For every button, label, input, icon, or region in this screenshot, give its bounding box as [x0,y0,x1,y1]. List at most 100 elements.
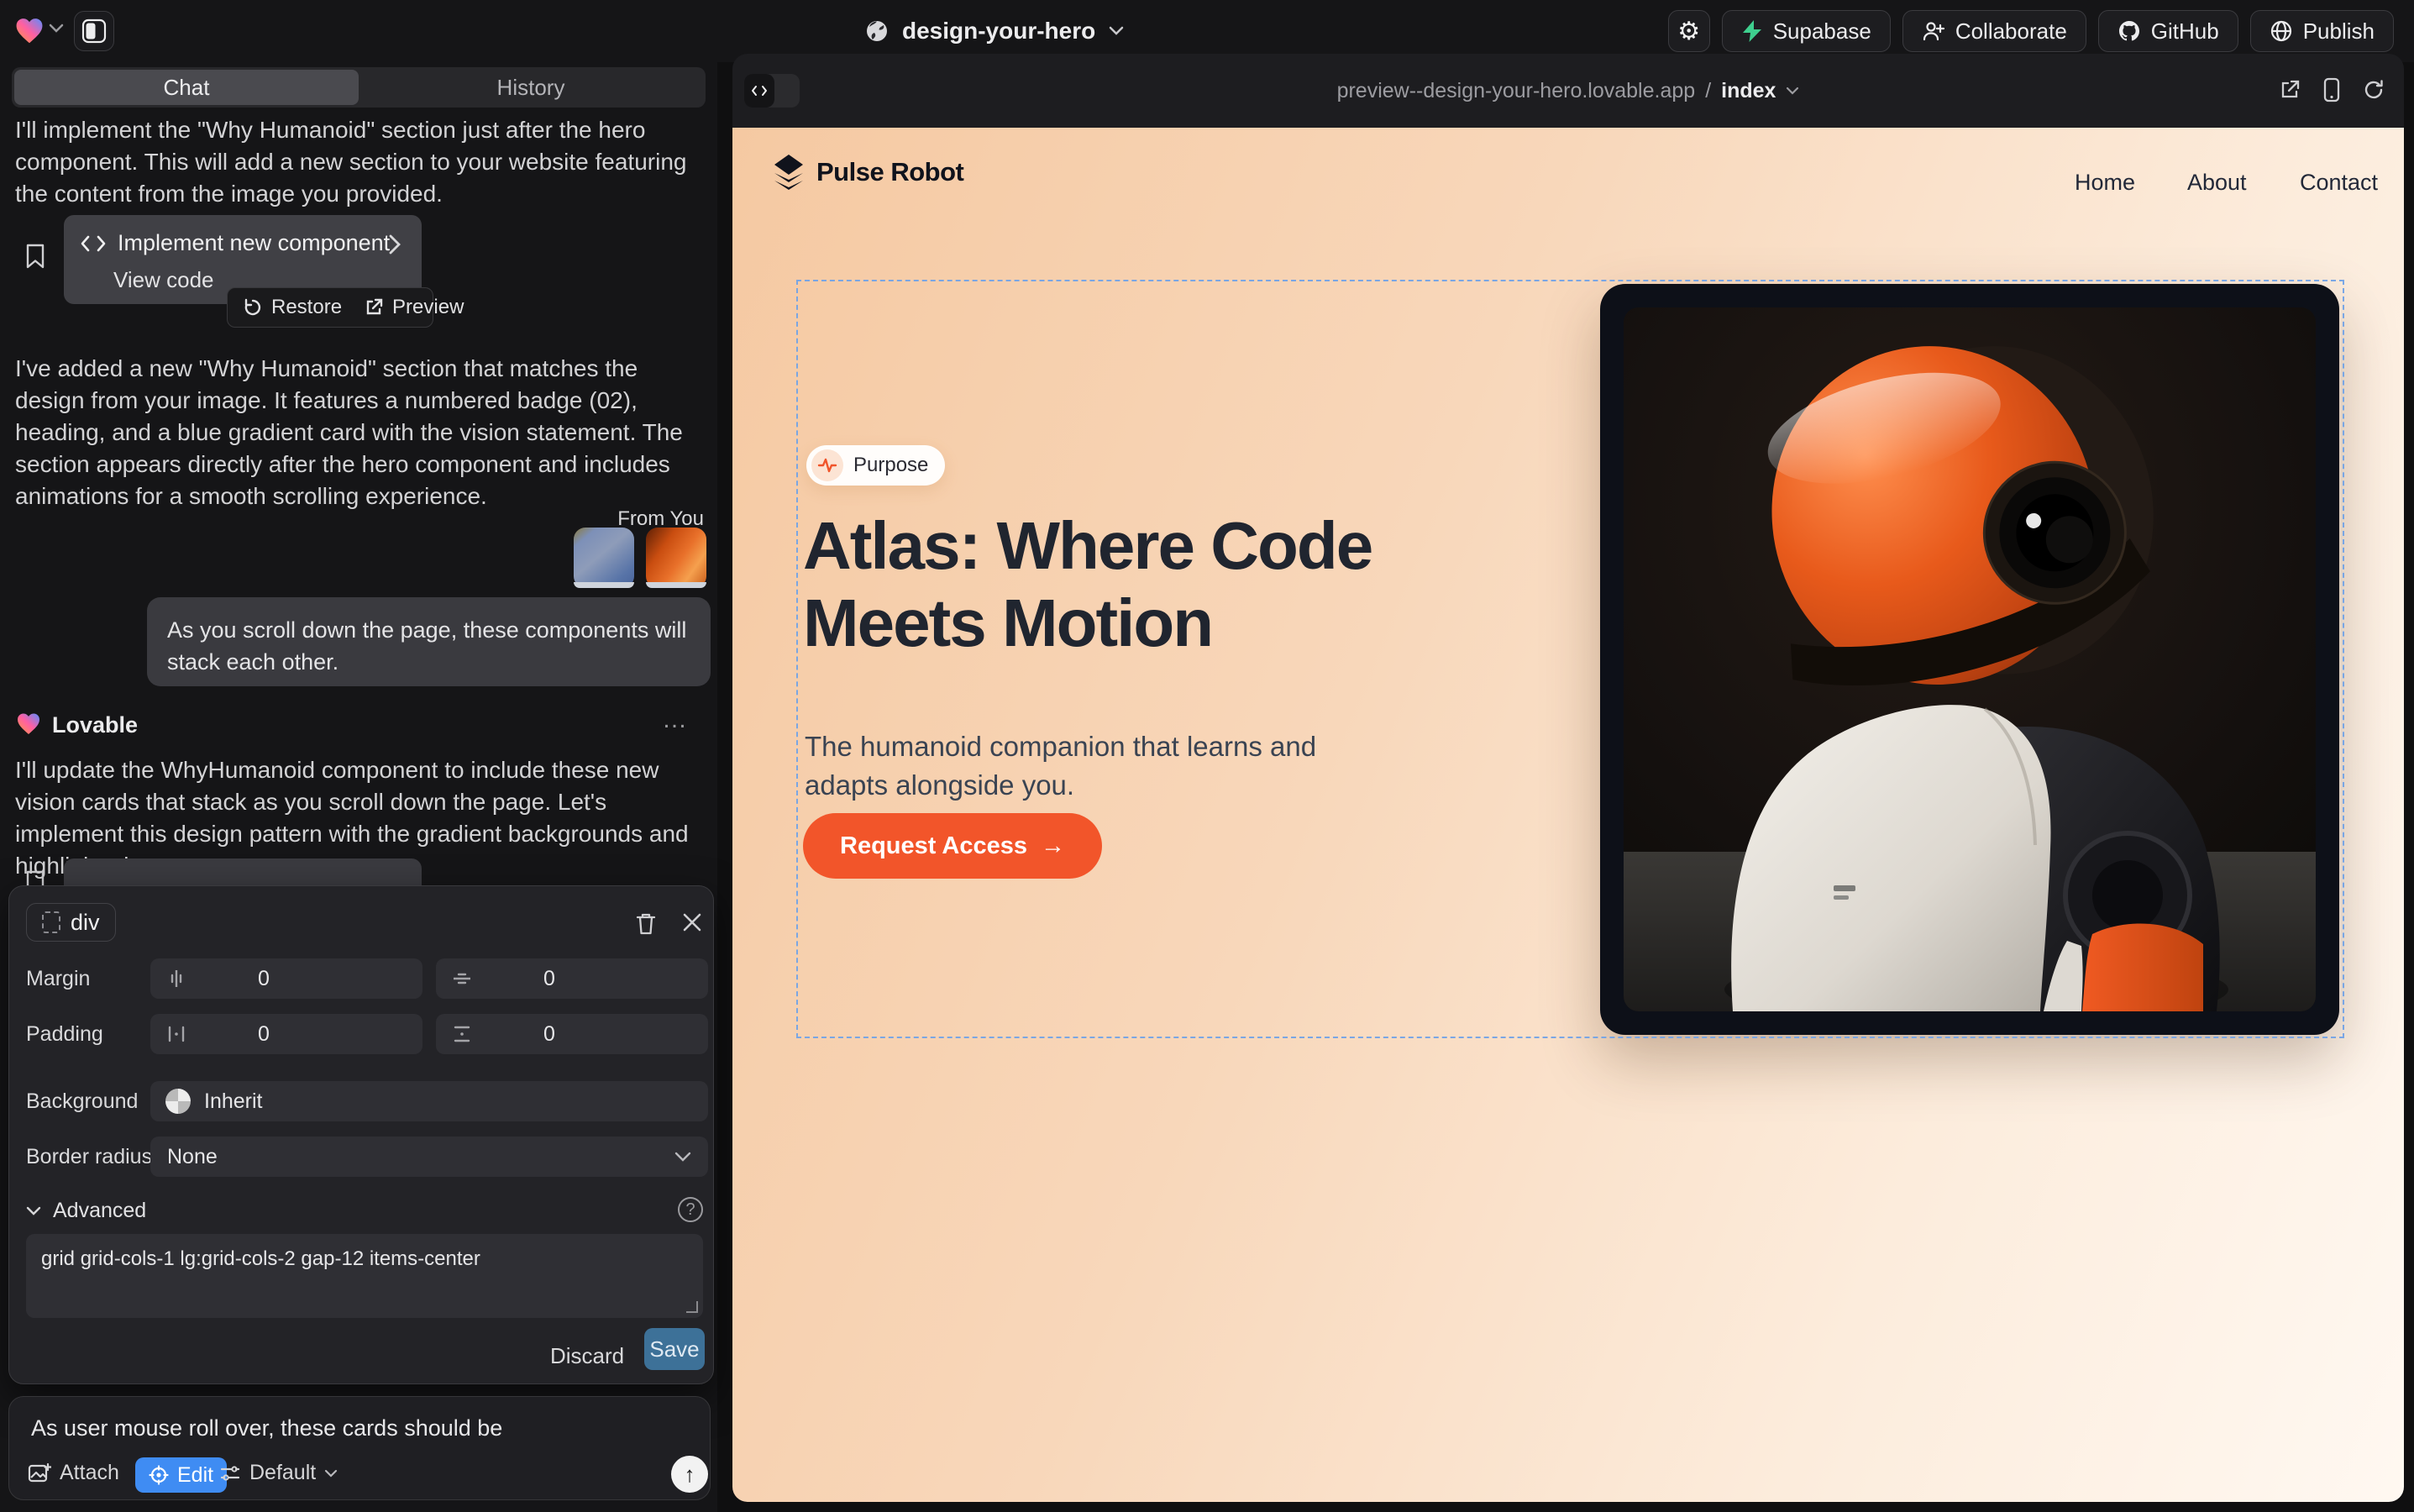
toggle-sidebar-button[interactable] [74,11,114,51]
lovable-avatar [15,711,42,738]
supabase-button[interactable]: Supabase [1722,10,1891,52]
padding-x-input[interactable] [204,1014,422,1054]
preview-button[interactable]: Preview [364,296,464,319]
hero-image-card [1600,284,2339,1035]
padding-x-icon [165,1024,187,1044]
supabase-icon [1741,19,1763,43]
image-plus-icon [28,1462,51,1484]
background-label: Background [26,1089,138,1114]
selected-element-tag: div [71,910,100,936]
discard-button[interactable]: Discard [537,1335,638,1378]
assistant-message: I'll implement the "Why Humanoid" sectio… [15,114,694,210]
chat-composer[interactable]: As user mouse roll over, these cards sho… [8,1396,711,1500]
restore-button[interactable]: Restore [243,296,342,319]
topbar-actions: ⚙ Supabase Collaborate GitHub Publish [1668,10,2394,52]
hero-subheading: The humanoid companion that learns and a… [805,727,1393,805]
help-icon[interactable]: ? [678,1197,703,1222]
padding-x-field [150,1014,422,1054]
advanced-classes-textarea[interactable]: grid grid-cols-1 lg:grid-cols-2 gap-12 i… [26,1234,703,1318]
selection-box-icon [42,911,60,933]
assistant-message: I've added a new "Why Humanoid" section … [15,353,697,512]
project-switcher[interactable]: design-your-hero [865,0,1124,62]
preview-domain: preview--design-your-hero.lovable.app [1337,79,1696,103]
chat-sidebar: Chat History I'll implement the "Why Hum… [0,62,717,1512]
preview-window: preview--design-your-hero.lovable.app / … [732,54,2404,1502]
border-radius-value: None [167,1145,218,1169]
chevron-down-icon[interactable] [49,24,64,34]
margin-x-field [150,958,422,999]
blue-attachment-thumbnail[interactable] [574,528,634,588]
tab-history[interactable]: History [359,70,703,105]
refresh-icon[interactable] [2362,78,2385,102]
margin-y-icon [451,969,473,989]
site-canvas: Pulse Robot Home About Contact Purpose A… [732,128,2404,1502]
margin-label: Margin [26,967,90,991]
arrow-right-icon: → [1041,832,1065,860]
element-inspector-panel: div Margin Padding Background In [8,885,714,1384]
preview-url-bar[interactable]: preview--design-your-hero.lovable.app / … [732,54,2404,128]
view-code-link[interactable]: View code [113,267,214,293]
tab-chat[interactable]: Chat [14,70,359,105]
margin-x-icon [165,969,187,989]
margin-y-input[interactable] [490,958,708,999]
background-value: Inherit [204,1089,262,1114]
nav-home[interactable]: Home [2075,170,2135,196]
chevron-down-icon [1109,26,1124,36]
bookmark-icon[interactable] [25,244,45,269]
chevron-down-icon [674,1152,691,1162]
chevron-down-icon [1786,87,1799,95]
github-button[interactable]: GitHub [2098,10,2238,52]
transparency-swatch-icon [165,1089,191,1114]
restore-icon [243,297,263,318]
component-card-title: Implement new component [118,230,390,256]
orange-attachment-thumbnail[interactable] [646,528,706,588]
publish-button[interactable]: Publish [2250,10,2394,52]
open-external-icon[interactable] [2278,78,2301,102]
request-access-button[interactable]: Request Access → [803,813,1102,879]
padding-y-input[interactable] [490,1014,708,1054]
selected-element-pill[interactable]: div [26,903,116,942]
settings-button[interactable]: ⚙ [1668,10,1710,52]
lovable-logo-icon[interactable] [13,15,45,47]
preview-header: preview--design-your-hero.lovable.app / … [732,54,2404,128]
close-panel-button[interactable] [681,911,703,933]
border-radius-label: Border radius [26,1145,152,1169]
purpose-badge: Purpose [806,445,945,486]
attach-button[interactable]: Attach [28,1461,119,1485]
more-options-icon[interactable]: … [662,706,689,734]
site-logo[interactable]: Pulse Robot [773,153,963,192]
margin-y-field [436,958,708,999]
advanced-section-toggle[interactable]: Advanced [26,1199,146,1223]
padding-label: Padding [26,1022,103,1047]
chevron-down-icon [324,1469,338,1478]
background-field[interactable]: Inherit [150,1081,708,1121]
github-icon [2117,19,2141,43]
border-radius-select[interactable]: None [150,1137,708,1177]
resize-handle[interactable] [686,1301,698,1313]
external-link-icon [364,297,384,318]
pulse-icon [811,449,843,481]
collaborate-button[interactable]: Collaborate [1902,10,2086,52]
delete-element-button[interactable] [634,911,658,937]
target-icon [149,1465,169,1485]
margin-x-input[interactable] [204,958,422,999]
chevron-right-icon[interactable] [388,234,401,255]
model-selector[interactable]: Default [219,1461,338,1485]
gear-icon: ⚙ [1677,17,1700,46]
topbar: design-your-hero ⚙ Supabase Collaborate … [0,0,2414,62]
mobile-view-icon[interactable] [2323,77,2340,102]
save-button[interactable]: Save [644,1328,705,1370]
padding-y-icon [451,1024,473,1044]
hero-heading: Atlas: Where Code Meets Motion [803,507,1467,662]
layers-icon [773,153,805,192]
robot-image [1624,307,2316,1011]
nav-contact[interactable]: Contact [2300,170,2378,196]
composer-input[interactable]: As user mouse roll over, these cards sho… [31,1415,686,1441]
assistant-name: Lovable [52,712,138,738]
nav-about[interactable]: About [2187,170,2247,196]
edit-mode-button[interactable]: Edit [135,1457,227,1493]
padding-y-field [436,1014,708,1054]
sliders-icon [219,1463,241,1483]
user-message-bubble: As you scroll down the page, these compo… [147,597,711,686]
send-button[interactable]: ↑ [671,1456,708,1493]
